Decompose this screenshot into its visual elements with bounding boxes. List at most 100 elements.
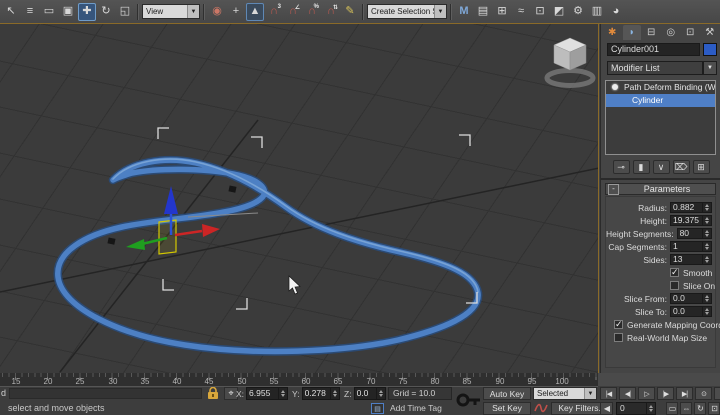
modifier-list-dropdown[interactable]: Modifier List [607,61,703,75]
zoom-all-icon[interactable]: ⊞ [714,387,720,400]
layer-manager-icon[interactable]: ⊞ [493,3,511,21]
pin-stack-icon[interactable]: ⊸ [613,160,630,174]
select-and-move-icon[interactable]: ✚ [78,3,96,21]
orbit-icon[interactable]: ↻ [694,402,706,415]
spinner-arrows[interactable] [702,203,711,212]
coordinate-field[interactable]: 0.278 [302,387,340,400]
tab-motion[interactable]: ◎ [662,25,681,40]
rectangular-selection-region-icon[interactable]: ▭ [40,3,58,21]
align-icon[interactable]: ▤ [474,3,492,21]
auto-key-button[interactable]: Auto Key [483,387,531,400]
snaps-toggle-3d-icon[interactable]: ∩ 3 [265,3,283,21]
spinner-arrows[interactable] [702,294,711,303]
modifier-list-arrow-button[interactable]: ▼ [703,61,717,75]
add-time-tag[interactable]: Add Time Tag [390,403,442,413]
set-key-button[interactable]: Set Key [483,402,531,415]
pan-icon[interactable]: ⇔ [680,402,692,415]
configure-modifier-sets-icon[interactable]: ⊞ [693,160,710,174]
perspective-viewport[interactable] [0,24,599,373]
select-and-rotate-icon[interactable]: ↻ [97,3,115,21]
view-cube[interactable] [547,38,593,86]
select-and-scale-icon[interactable]: ◱ [116,3,134,21]
parameter-field[interactable]: 80 [677,228,712,239]
parameter-field[interactable]: 0.0 [670,293,712,304]
parameter-field[interactable]: 19.375 [670,215,712,226]
edit-named-selection-sets-icon[interactable]: ✎ [341,3,359,21]
tab-create[interactable]: ✱ [603,25,622,40]
next-frame-icon[interactable]: |▶ [657,387,674,400]
material-editor-icon[interactable]: ◩ [550,3,568,21]
parameter-field[interactable]: 0.0 [670,306,712,317]
spinner-arrows[interactable] [702,216,711,225]
object-color-swatch[interactable] [703,43,717,56]
path-deformed-cylinder[interactable] [58,159,478,351]
select-and-manipulate-icon[interactable]: + [227,3,245,21]
spinner-arrows[interactable] [702,307,711,316]
cylinder-object-wireframe[interactable] [159,220,176,254]
spinner-snap-toggle-icon[interactable]: ∩ ⇅ [322,3,340,21]
mirror-icon[interactable]: M [455,3,473,21]
go-to-start-icon[interactable]: |◀ [600,387,617,400]
angle-snap-toggle-icon[interactable]: ∩ ∠ [284,3,302,21]
coordinate-field[interactable]: 6.955 [246,387,288,400]
smooth-checkbox[interactable] [670,268,679,277]
percent-snap-toggle-icon[interactable]: ∩ % [303,3,321,21]
curve-editor-icon[interactable]: ≈ [512,3,530,21]
select-object-icon[interactable]: ↖ [2,3,20,21]
render-production-icon[interactable]: ◕ [607,3,625,21]
remove-modifier-icon[interactable]: ⌦ [673,160,690,174]
tab-modify[interactable]: ◗ [623,25,642,40]
slice-on-checkbox[interactable] [670,281,679,290]
gizmo-y-arrowhead[interactable] [126,239,145,250]
parameter-field[interactable]: 0.882 [670,202,712,213]
track-bar[interactable] [9,388,202,399]
default-in-out-tangent-icon[interactable] [533,401,549,415]
rendered-frame-window-icon[interactable]: ▥ [588,3,606,21]
render-setup-icon[interactable]: ⚙ [569,3,587,21]
spinner-arrows[interactable] [702,229,711,238]
schematic-view-icon[interactable]: ⊡ [531,3,549,21]
zoom-icon[interactable]: ⊙ [695,387,712,400]
use-pivot-point-center-icon[interactable]: ◉ [208,3,226,21]
spinner-arrows[interactable] [278,388,287,399]
gizmo-x-arrowhead[interactable] [202,224,220,237]
keyboard-shortcut-override-icon[interactable]: ▲ [246,3,264,21]
zoom-region-icon[interactable]: ▭ [666,402,678,415]
tab-utilities[interactable]: ⚒ [701,25,720,40]
parameters-rollout-header[interactable]: - Parameters [605,183,716,195]
current-frame-field[interactable]: 0 [616,402,656,415]
selection-lock-icon[interactable] [207,387,219,400]
play-icon[interactable]: ▷ [638,387,655,400]
set-keys-key-icon[interactable] [455,386,481,414]
spinner-arrows[interactable] [376,388,385,399]
parameter-field[interactable]: 13 [670,254,712,265]
spinner-arrows[interactable] [702,255,711,264]
tab-display[interactable]: ⊡ [681,25,700,40]
spinner-arrows[interactable] [646,403,655,414]
go-to-end-icon[interactable]: ▶| [676,387,693,400]
reference-coordinate-system-dropdown[interactable]: View ▼ [142,4,200,19]
gizmo-x-axis[interactable] [175,231,202,235]
coordinate-field[interactable]: 0.0 [354,387,386,400]
previous-frame-icon[interactable]: ◀| [619,387,636,400]
parameter-field[interactable]: 1 [670,241,712,252]
modifier-stack-row[interactable]: Cylinder [606,94,715,107]
spinner-arrows[interactable] [330,388,339,399]
named-selection-set-dropdown[interactable]: Create Selection Se ▼ [367,4,447,19]
object-name-field[interactable]: Cylinder001 [607,43,700,56]
timeline-ruler[interactable]: 15 20 25 30 35 40 45 50 55 60 65 70 [0,373,598,387]
tab-hierarchy[interactable]: ⊟ [642,25,661,40]
modifier-stack-row[interactable]: Path Deform Binding (WS [606,81,715,94]
show-end-result-icon[interactable]: ▮ [633,160,650,174]
window-crossing-icon[interactable]: ▣ [59,3,77,21]
gizmo-z-arrowhead[interactable] [164,186,178,214]
generate-mapping-checkbox[interactable] [614,320,623,329]
maximize-viewport-icon[interactable]: ⊡ [708,402,720,415]
real-world-checkbox[interactable] [614,333,623,342]
key-mode-toggle-icon[interactable]: ◀ [600,402,613,415]
time-tag-icon[interactable]: ▤ [371,403,384,414]
make-unique-icon[interactable]: ∨ [653,160,670,174]
select-by-name-icon[interactable]: ≡ [21,3,39,21]
key-filter-set-dropdown[interactable]: Selected ▼ [533,387,597,400]
spinner-arrows[interactable] [702,242,711,251]
